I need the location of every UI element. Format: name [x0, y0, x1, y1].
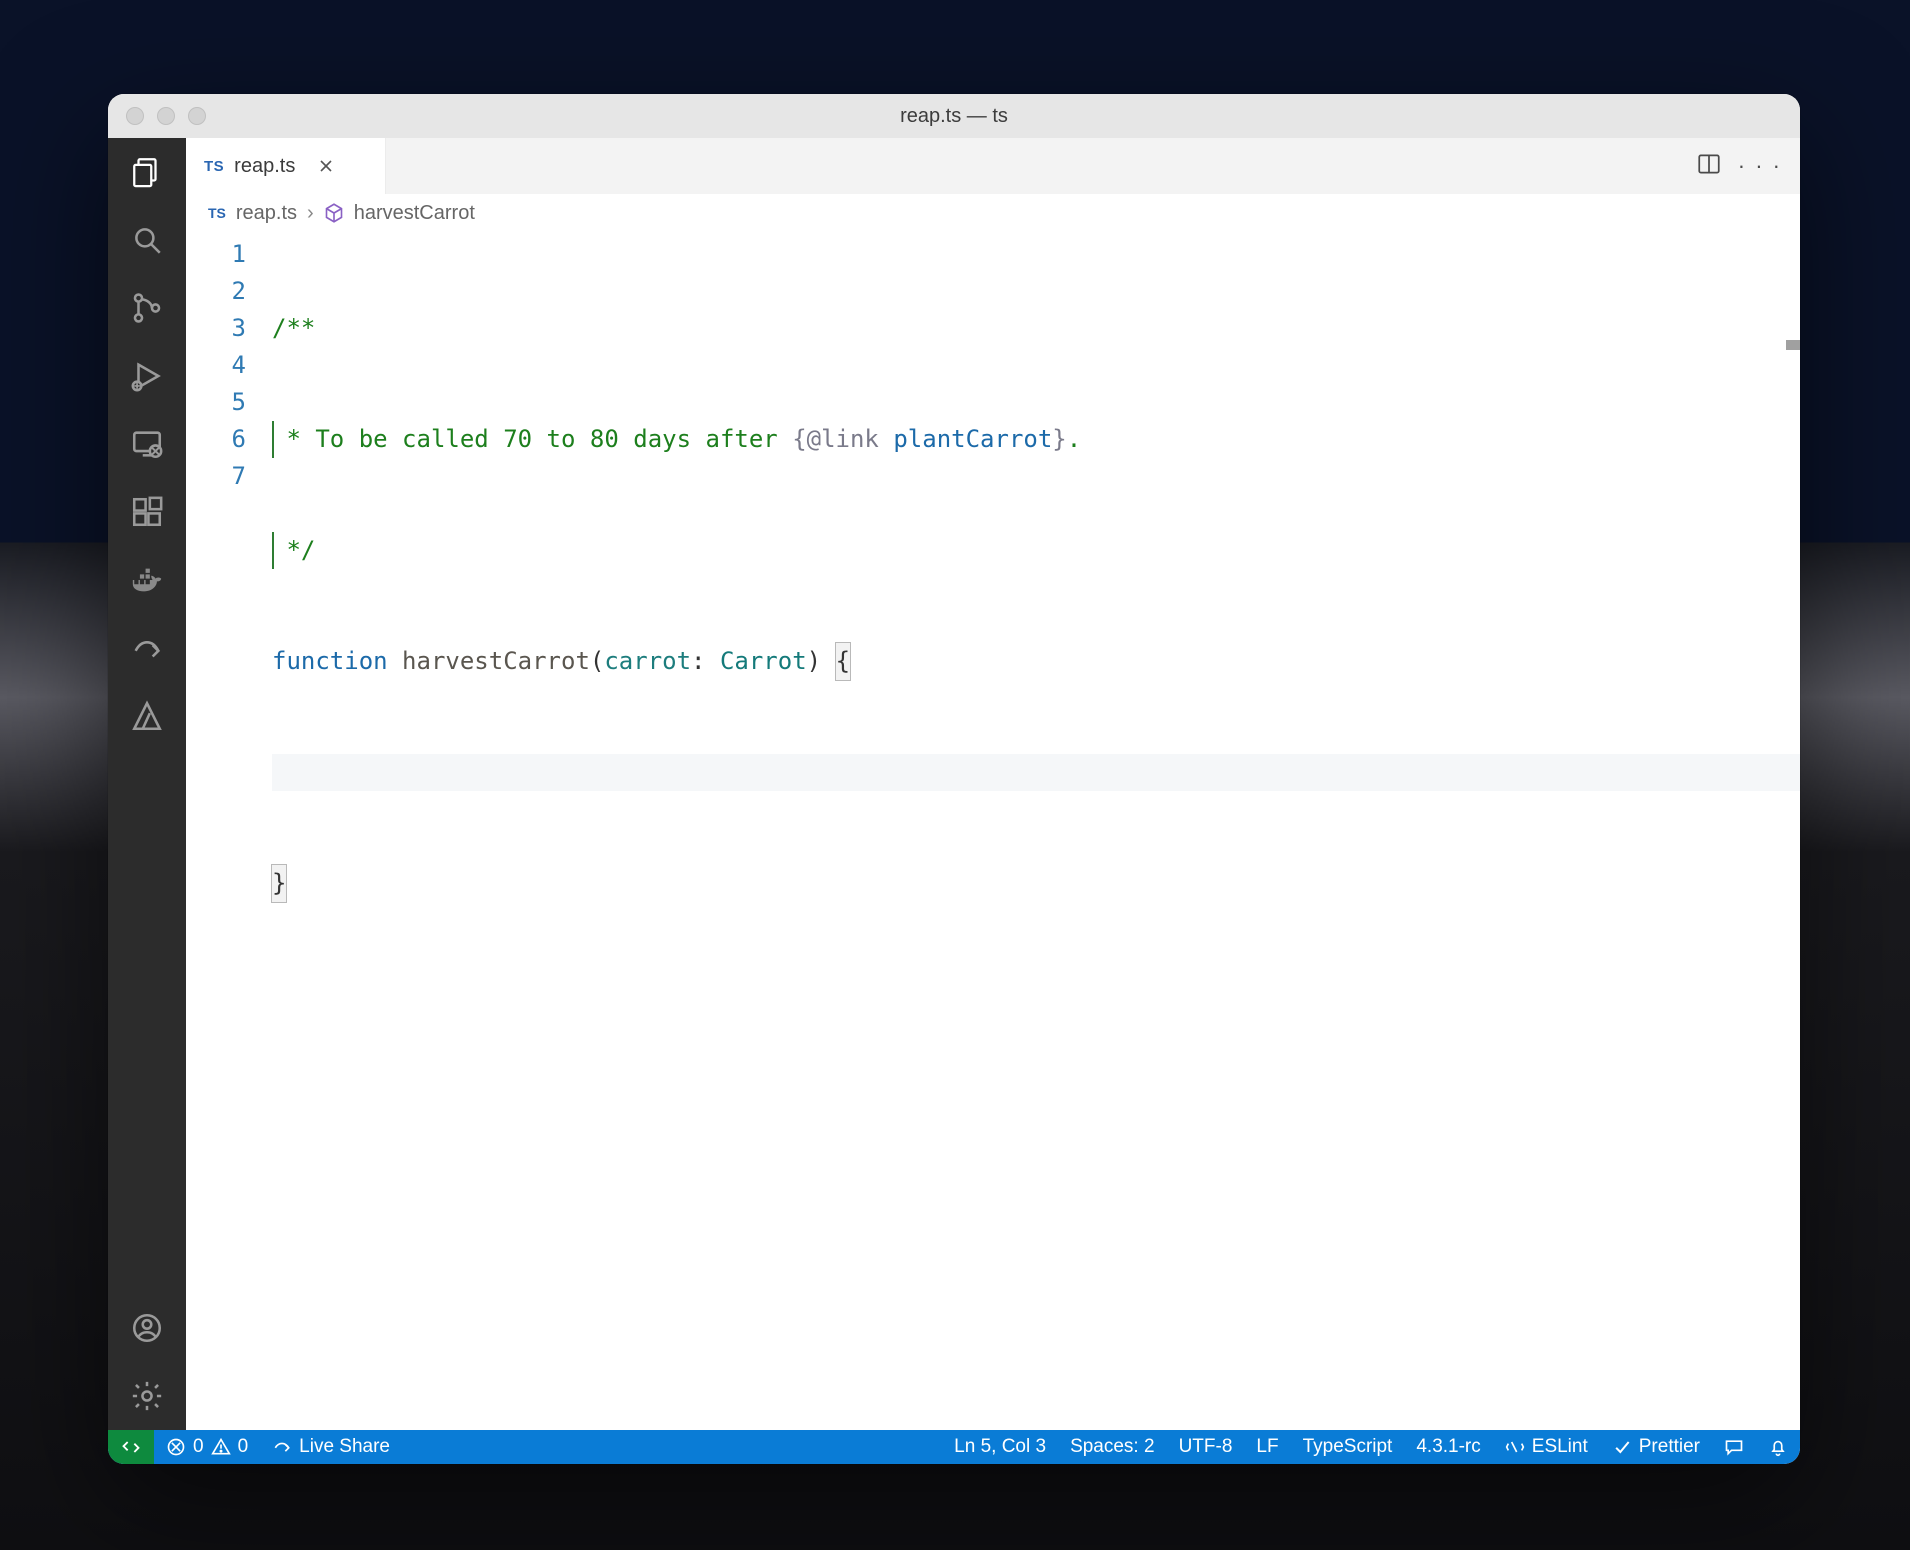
minimize-window-button[interactable] — [157, 107, 175, 125]
split-editor-icon[interactable] — [1696, 151, 1722, 182]
symbol-method-icon — [324, 203, 344, 223]
remote-indicator[interactable] — [108, 1430, 154, 1464]
source-control-icon[interactable] — [127, 288, 167, 328]
docker-icon[interactable] — [127, 560, 167, 600]
chevron-right-icon: › — [307, 202, 314, 225]
more-actions-icon[interactable]: · · · — [1738, 153, 1782, 179]
ts-badge-icon: TS — [208, 205, 226, 221]
cursor-position[interactable]: Ln 5, Col 3 — [942, 1430, 1058, 1464]
titlebar[interactable]: reap.ts — ts — [108, 94, 1800, 138]
window-controls — [108, 107, 206, 125]
code-editor[interactable]: 1 2 3 4 5 6 7 /** * To be called 70 to 8… — [186, 232, 1800, 1430]
language-mode[interactable]: TypeScript — [1291, 1430, 1405, 1464]
status-bar: 0 0 Live Share Ln 5, Col 3 Spaces: 2 UTF… — [108, 1430, 1800, 1464]
search-icon[interactable] — [127, 220, 167, 260]
encoding-status[interactable]: UTF-8 — [1167, 1430, 1245, 1464]
bracket-open: { — [835, 642, 851, 681]
zoom-window-button[interactable] — [188, 107, 206, 125]
remote-explorer-icon[interactable] — [127, 424, 167, 464]
settings-gear-icon[interactable] — [127, 1376, 167, 1416]
close-window-button[interactable] — [126, 107, 144, 125]
editor-group: TS reap.ts · · · TS reap.ts › — [186, 138, 1800, 1430]
eol-status[interactable]: LF — [1244, 1430, 1290, 1464]
ts-badge-icon: TS — [204, 158, 224, 175]
breadcrumb-symbol[interactable]: harvestCarrot — [354, 202, 475, 225]
bracket-close: } — [271, 864, 287, 903]
tab-reap-ts[interactable]: TS reap.ts — [186, 138, 386, 194]
close-tab-icon[interactable] — [315, 155, 337, 177]
activity-bar — [108, 138, 186, 1430]
tab-filename: reap.ts — [234, 155, 295, 178]
prettier-status[interactable]: Prettier — [1600, 1430, 1712, 1464]
problems-status[interactable]: 0 0 — [154, 1430, 260, 1464]
eslint-status[interactable]: ESLint — [1493, 1430, 1600, 1464]
error-count: 0 — [193, 1436, 204, 1458]
overview-ruler[interactable] — [1786, 232, 1800, 1430]
current-line[interactable] — [272, 754, 1800, 791]
notifications-bell-icon[interactable] — [1756, 1430, 1800, 1464]
tabs-bar: TS reap.ts · · · — [186, 138, 1800, 194]
feedback-icon[interactable] — [1712, 1430, 1756, 1464]
accounts-icon[interactable] — [127, 1308, 167, 1348]
explorer-icon[interactable] — [127, 152, 167, 192]
run-debug-icon[interactable] — [127, 356, 167, 396]
vscode-window: reap.ts — ts — [108, 94, 1800, 1464]
typescript-version[interactable]: 4.3.1-rc — [1404, 1430, 1492, 1464]
extensions-icon[interactable] — [127, 492, 167, 532]
live-share-status[interactable]: Live Share — [260, 1430, 402, 1464]
breadcrumb[interactable]: TS reap.ts › harvestCarrot — [186, 194, 1800, 232]
warning-count: 0 — [238, 1436, 249, 1458]
line-number-gutter: 1 2 3 4 5 6 7 — [186, 232, 272, 1430]
window-title: reap.ts — ts — [108, 105, 1800, 128]
breadcrumb-file[interactable]: reap.ts — [236, 202, 297, 225]
code-content[interactable]: /** * To be called 70 to 80 days after {… — [272, 232, 1800, 1430]
live-share-icon[interactable] — [127, 628, 167, 668]
azure-icon[interactable] — [127, 696, 167, 736]
indentation-status[interactable]: Spaces: 2 — [1058, 1430, 1167, 1464]
